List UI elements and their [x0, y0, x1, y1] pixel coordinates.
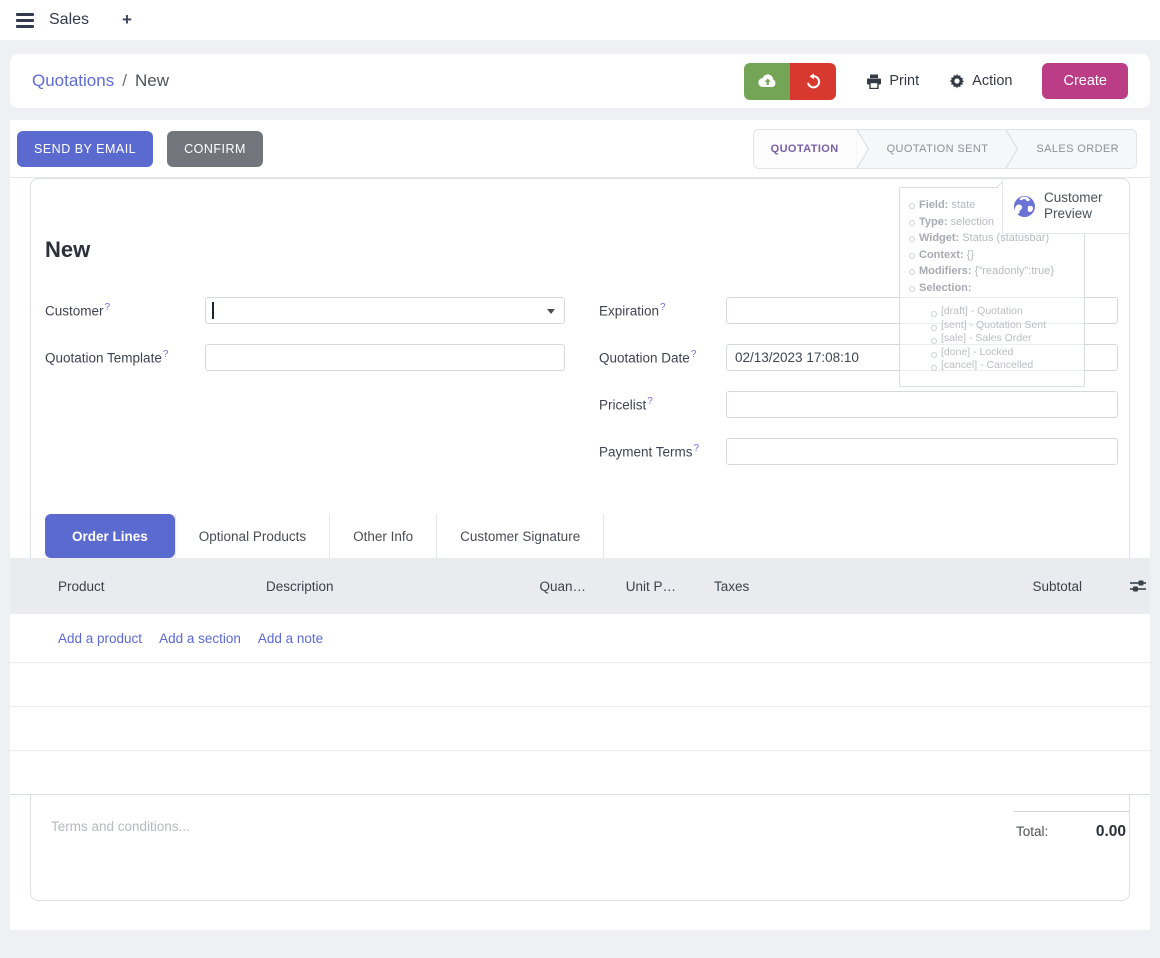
customer-preview-label: Customer Preview	[1044, 190, 1125, 222]
page-gap	[0, 108, 1160, 120]
chevron-separator-icon	[1005, 130, 1019, 168]
tooltip-row: Context: {}	[907, 247, 1076, 264]
app-menu-sales[interactable]: Sales	[49, 11, 89, 29]
tooltip-selection-item: [done] - Locked	[929, 346, 1076, 360]
optional-columns-button[interactable]	[1082, 579, 1150, 593]
pricelist-input[interactable]	[726, 391, 1118, 418]
tooltip-selection-item: [cancel] - Cancelled	[929, 359, 1076, 373]
top-navbar: Sales +	[0, 0, 1160, 40]
quotation-template-field-row: Quotation Template?	[45, 344, 565, 371]
new-tab-button[interactable]: +	[122, 10, 132, 30]
quotation-template-input[interactable]	[205, 344, 565, 371]
terms-and-conditions-input[interactable]: Terms and conditions...	[51, 819, 190, 834]
send-by-email-button[interactable]: SEND BY EMAIL	[17, 131, 153, 167]
action-label: Action	[972, 73, 1012, 89]
help-marker: ?	[660, 302, 666, 313]
column-header-product[interactable]: Product	[10, 579, 266, 594]
customer-preview-button[interactable]: Customer Preview	[1002, 179, 1129, 234]
caret-down-icon[interactable]	[547, 309, 555, 314]
create-button[interactable]: Create	[1042, 63, 1128, 99]
tooltip-row: Modifiers: {"readonly":true}	[907, 263, 1076, 280]
page-gap	[0, 40, 1160, 54]
table-add-row: Add a product Add a section Add a note	[10, 614, 1150, 663]
tooltip-selection-item: [sent] - Quotation Sent	[929, 319, 1076, 333]
stage-quotation[interactable]: QUOTATION	[754, 130, 856, 168]
expiration-label: Expiration?	[599, 297, 726, 319]
breadcrumb-current: New	[135, 71, 169, 91]
text-cursor	[212, 302, 214, 319]
stage-quotation-sent[interactable]: QUOTATION SENT	[870, 130, 1006, 168]
breadcrumb: Quotations / New	[32, 71, 169, 91]
payment-terms-input[interactable]	[726, 438, 1118, 465]
cloud-upload-icon	[757, 73, 777, 89]
print-menu-button[interactable]: Print	[866, 73, 919, 89]
add-a-product-link[interactable]: Add a product	[58, 631, 142, 646]
help-marker: ?	[105, 302, 111, 313]
notebook-tabs: Order Lines Optional Products Other Info…	[45, 514, 604, 558]
order-lines-table: Product Description Quan… Unit P… Taxes …	[10, 558, 1150, 795]
menu-icon[interactable]	[16, 13, 34, 28]
column-header-taxes[interactable]: Taxes	[676, 579, 816, 594]
help-marker: ?	[691, 349, 697, 360]
tooltip-row: Selection:	[907, 280, 1076, 297]
pricelist-label: Pricelist?	[599, 391, 726, 413]
table-row	[10, 751, 1150, 795]
print-label: Print	[889, 73, 919, 89]
total-value: 0.00	[1096, 823, 1126, 841]
control-panel-actions: Print Action Create	[744, 63, 1128, 100]
quotation-form: SEND BY EMAIL CONFIRM QUOTATION QUOTATIO…	[10, 120, 1150, 930]
form-sheet-footer: Terms and conditions... Total: 0.00	[30, 795, 1130, 901]
customer-label: Customer?	[45, 297, 205, 319]
chevron-separator-icon	[856, 130, 870, 168]
action-menu-button[interactable]: Action	[949, 73, 1012, 89]
tooltip-selection-item: [draft] - Quotation	[929, 305, 1076, 319]
customer-field-row: Customer?	[45, 297, 565, 324]
total-label: Total:	[1016, 824, 1048, 839]
status-pipeline: QUOTATION QUOTATION SENT SALES ORDER	[753, 129, 1137, 169]
payment-terms-field-row: Payment Terms?	[599, 438, 1118, 465]
save-record-button[interactable]	[744, 63, 790, 100]
tooltip-selection-list: [draft] - Quotation [sent] - Quotation S…	[907, 305, 1076, 373]
help-marker: ?	[694, 443, 700, 454]
order-total: Total: 0.00	[1014, 811, 1130, 841]
quotation-template-label: Quotation Template?	[45, 344, 205, 366]
record-title: New	[45, 237, 90, 263]
undo-icon	[805, 73, 822, 90]
pricelist-field-row: Pricelist?	[599, 391, 1118, 418]
statusbar-buttons: SEND BY EMAIL CONFIRM	[17, 131, 263, 167]
form-sheet: Customer Preview Field: state Type: sele…	[30, 178, 1130, 558]
globe-icon	[1013, 195, 1036, 218]
add-a-note-link[interactable]: Add a note	[258, 631, 323, 646]
table-header-row: Product Description Quan… Unit P… Taxes …	[10, 558, 1150, 614]
tab-optional-products[interactable]: Optional Products	[175, 514, 330, 558]
breadcrumb-separator: /	[122, 71, 127, 91]
column-header-subtotal[interactable]: Subtotal	[816, 579, 1082, 594]
gear-icon	[949, 73, 965, 89]
column-header-unit-price[interactable]: Unit P…	[586, 579, 676, 594]
add-a-section-link[interactable]: Add a section	[159, 631, 241, 646]
tooltip-selection-item: [sale] - Sales Order	[929, 332, 1076, 346]
printer-icon	[866, 74, 882, 89]
sliders-icon	[1130, 579, 1146, 593]
help-marker: ?	[647, 396, 653, 407]
tab-order-lines[interactable]: Order Lines	[45, 514, 175, 558]
quotation-date-label: Quotation Date?	[599, 344, 726, 366]
control-panel: Quotations / New Print	[10, 54, 1150, 108]
table-row	[10, 707, 1150, 751]
tab-other-info[interactable]: Other Info	[330, 514, 437, 558]
customer-input[interactable]	[205, 297, 565, 324]
save-discard-group	[744, 63, 836, 100]
statusbar: SEND BY EMAIL CONFIRM QUOTATION QUOTATIO…	[10, 120, 1150, 178]
column-header-quantity[interactable]: Quan…	[496, 579, 586, 594]
tab-customer-signature[interactable]: Customer Signature	[437, 514, 604, 558]
confirm-button[interactable]: CONFIRM	[167, 131, 263, 167]
payment-terms-label: Payment Terms?	[599, 438, 726, 460]
help-marker: ?	[163, 349, 169, 360]
discard-changes-button[interactable]	[790, 63, 836, 100]
stage-sales-order[interactable]: SALES ORDER	[1019, 130, 1136, 168]
column-header-description[interactable]: Description	[266, 579, 496, 594]
breadcrumb-quotations-link[interactable]: Quotations	[32, 71, 114, 91]
table-row	[10, 663, 1150, 707]
